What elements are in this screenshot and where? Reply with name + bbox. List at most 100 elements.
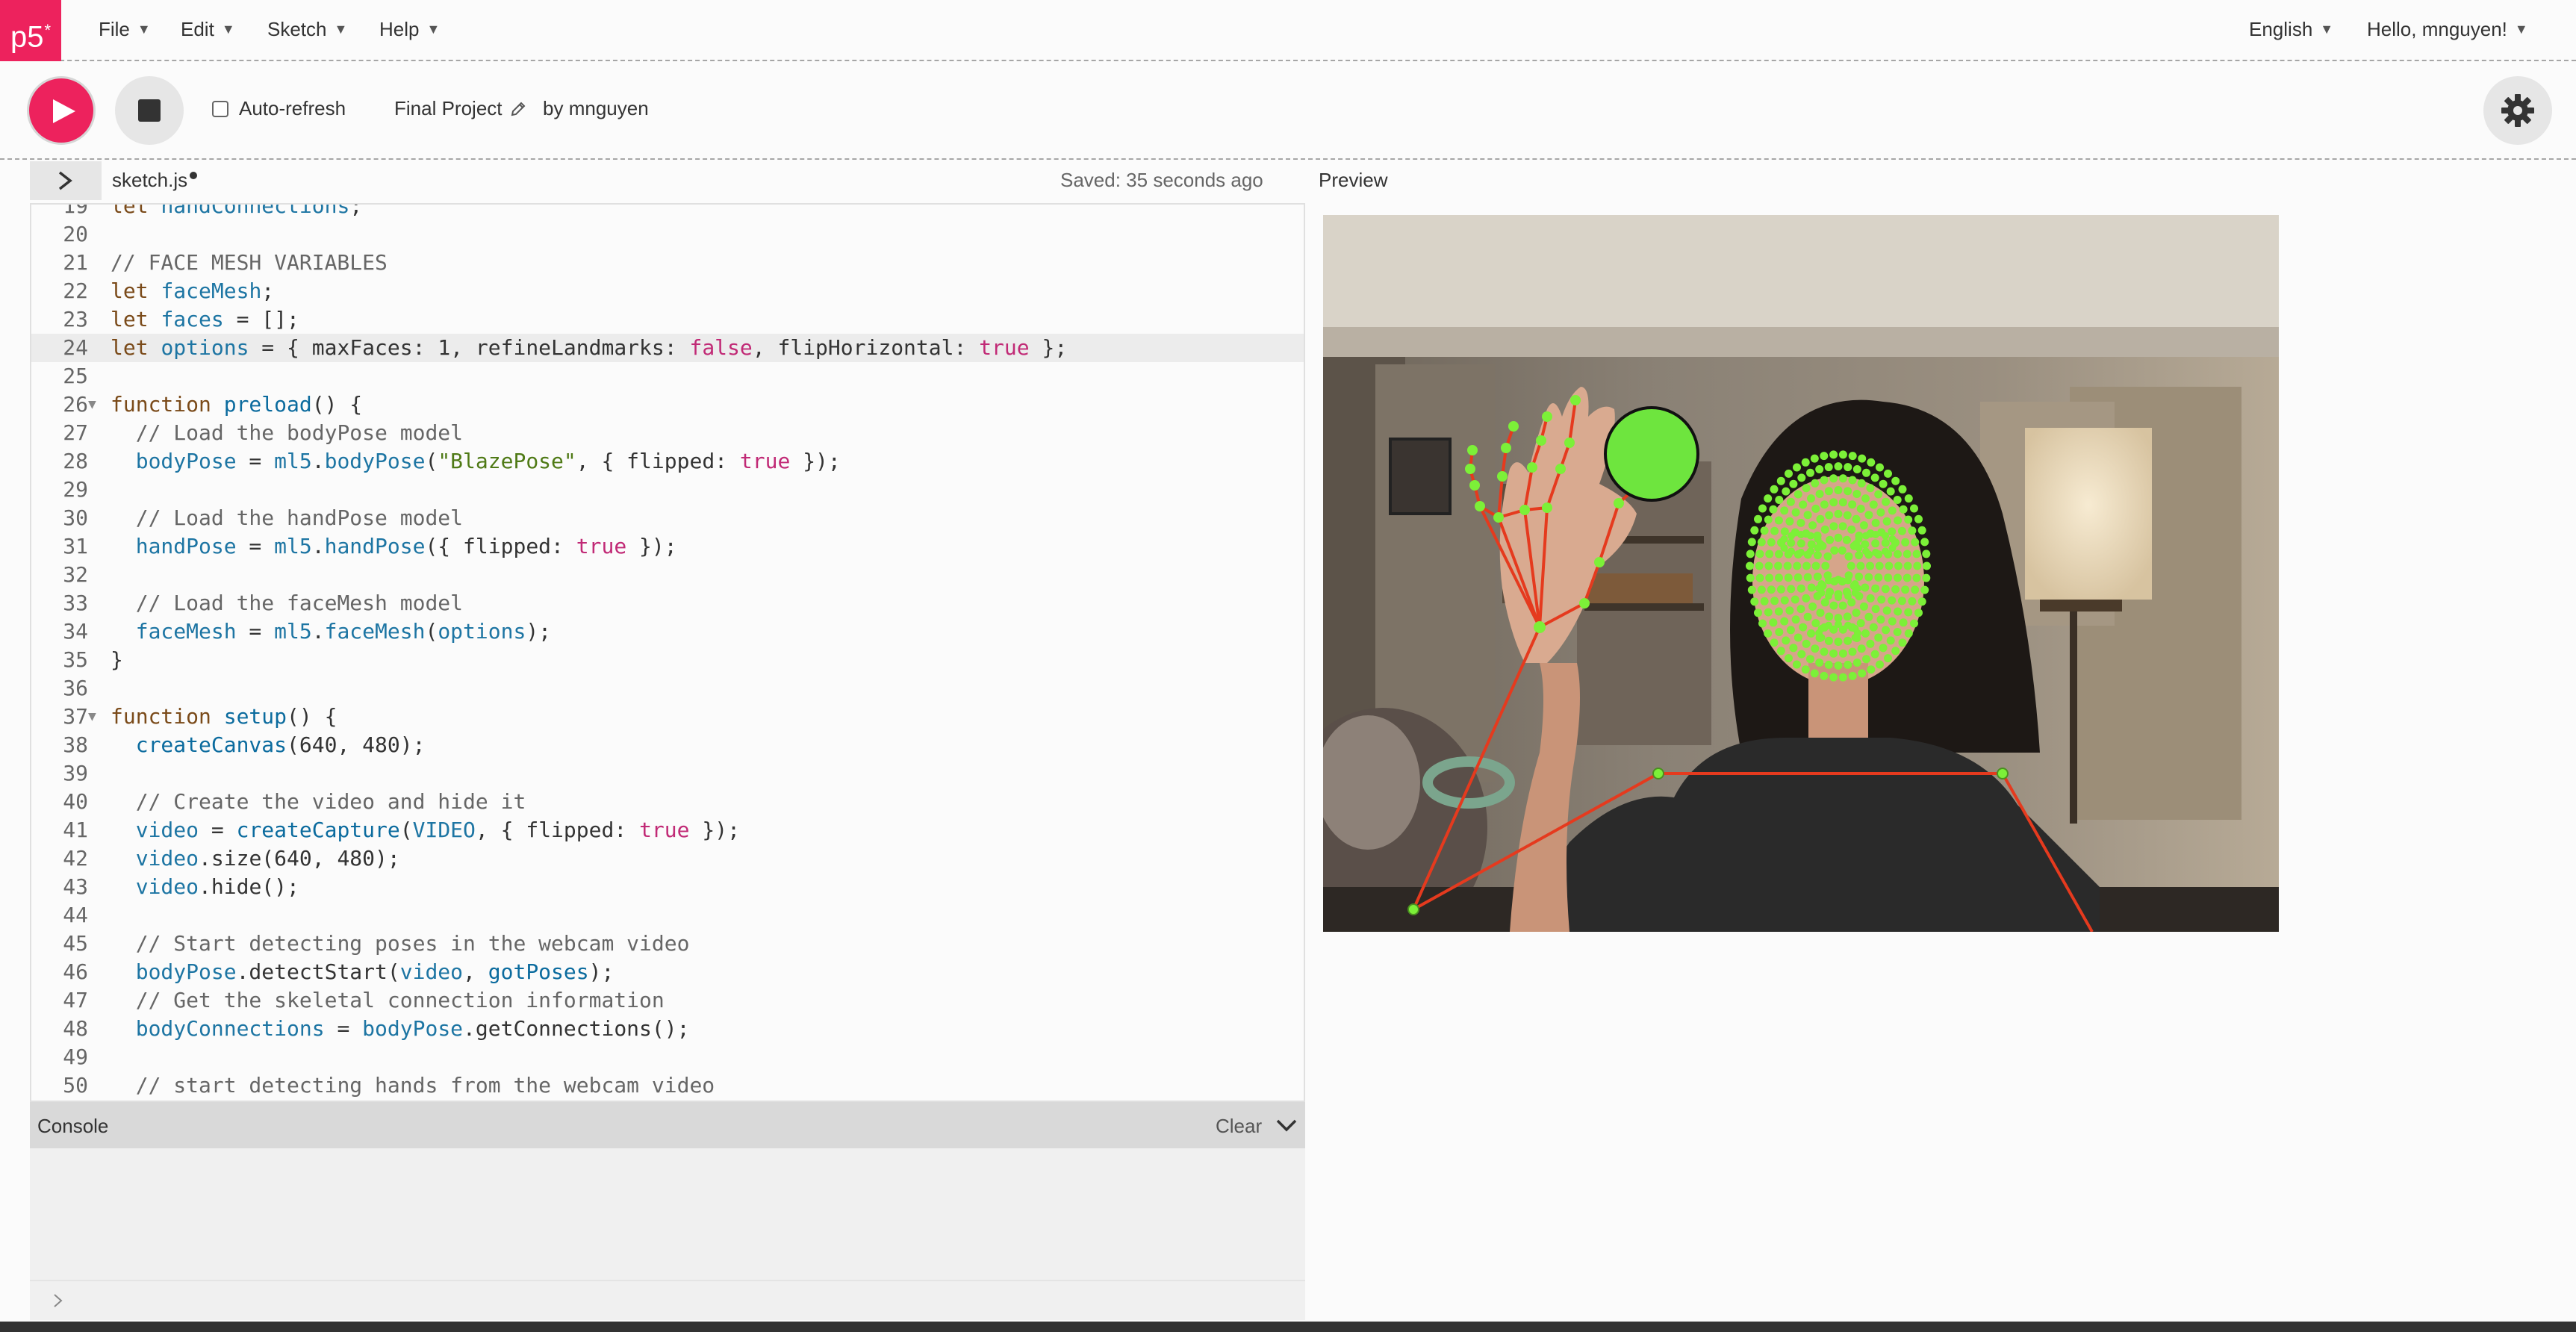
- face-keypoint: [1807, 494, 1815, 503]
- menu-file[interactable]: File ▼: [99, 18, 151, 41]
- auto-refresh-checkbox[interactable]: [212, 100, 228, 117]
- fold-arrow-icon[interactable]: ▼: [88, 390, 96, 419]
- face-keypoint: [1876, 508, 1885, 517]
- face-keypoint: [1788, 532, 1795, 540]
- code-line[interactable]: 45 // Start detecting poses in the webca…: [31, 930, 1304, 958]
- face-keypoint: [1786, 497, 1795, 506]
- face-keypoint: [1859, 602, 1868, 611]
- auto-refresh-toggle[interactable]: Auto-refresh: [212, 97, 346, 120]
- code-line[interactable]: 25: [31, 362, 1304, 390]
- code-line[interactable]: 43 video.hide();: [31, 873, 1304, 901]
- language-menu[interactable]: English ▼: [2249, 18, 2333, 41]
- code-line[interactable]: 50 // start detecting hands from the web…: [31, 1071, 1304, 1100]
- fold-arrow-icon[interactable]: ▼: [88, 703, 96, 731]
- code-line[interactable]: 47 // Get the skeletal connection inform…: [31, 986, 1304, 1015]
- code-line[interactable]: 28 bodyPose = ml5.bodyPose("BlazePose", …: [31, 447, 1304, 476]
- settings-button[interactable]: [2483, 76, 2552, 145]
- face-keypoint: [1784, 573, 1793, 582]
- face-keypoint: [1782, 487, 1791, 496]
- play-button[interactable]: [27, 76, 96, 145]
- menu-edit[interactable]: Edit ▼: [181, 18, 235, 41]
- face-keypoint: [1816, 609, 1825, 617]
- face-keypoint: [1816, 514, 1825, 523]
- code-line[interactable]: 29: [31, 476, 1304, 504]
- author-link[interactable]: mnguyen: [569, 97, 649, 119]
- p5-logo[interactable]: p5*: [0, 0, 61, 61]
- face-keypoint: [1899, 505, 1908, 514]
- face-keypoint: [1780, 596, 1789, 605]
- sidebar-toggle-button[interactable]: [30, 161, 102, 200]
- face-keypoint: [1881, 585, 1890, 594]
- face-keypoint: [1838, 601, 1847, 610]
- code-line[interactable]: 30 // Load the handPose model: [31, 504, 1304, 532]
- code-line[interactable]: 40 // Create the video and hide it: [31, 788, 1304, 816]
- code-line[interactable]: 34 faceMesh = ml5.faceMesh(options);: [31, 617, 1304, 646]
- code-line[interactable]: 48 bodyConnections = bodyPose.getConnect…: [31, 1015, 1304, 1043]
- face-keypoint: [1775, 628, 1784, 636]
- code-line[interactable]: 35}: [31, 646, 1304, 674]
- face-keypoint: [1877, 595, 1886, 604]
- code-line[interactable]: 22 let faceMesh;: [31, 277, 1304, 305]
- code-line[interactable]: 23 let faces = [];: [31, 305, 1304, 334]
- face-keypoint: [1769, 505, 1778, 514]
- user-menu[interactable]: Hello, mnguyen! ▼: [2367, 18, 2528, 41]
- code-line[interactable]: 31 handPose = ml5.handPose({ flipped: tr…: [31, 532, 1304, 561]
- code-line[interactable]: 46 bodyPose.detectStart(video, gotPoses)…: [31, 958, 1304, 986]
- file-tab[interactable]: sketch.js: [112, 169, 198, 192]
- face-keypoint: [1917, 526, 1926, 535]
- face-keypoint: [1780, 527, 1789, 536]
- menu-sketch[interactable]: Sketch ▼: [267, 18, 347, 41]
- code-line[interactable]: 27 // Load the bodyPose model: [31, 419, 1304, 447]
- sketch-preview-canvas[interactable]: [1323, 215, 2279, 932]
- code-editor[interactable]: 19 let handConnections; 20 21 // FACE MESH V…: [30, 203, 1305, 1102]
- line-number: 45: [63, 931, 88, 956]
- code-line[interactable]: 26 ▼ function preload() {: [31, 390, 1304, 419]
- code-line[interactable]: 32: [31, 561, 1304, 589]
- code-text: let handConnections;: [111, 203, 363, 218]
- face-keypoint: [1884, 469, 1892, 478]
- face-keypoint: [1775, 496, 1784, 504]
- code-line[interactable]: 44: [31, 901, 1304, 930]
- face-keypoint: [1755, 573, 1764, 582]
- stop-button[interactable]: [115, 76, 184, 145]
- face-keypoint: [1758, 619, 1767, 628]
- face-keypoint: [1866, 484, 1875, 493]
- code-line[interactable]: 41 video = createCapture(VIDEO, { flippe…: [31, 816, 1304, 844]
- console-input[interactable]: [30, 1280, 1305, 1320]
- code-line[interactable]: 37 ▼ function setup() {: [31, 703, 1304, 731]
- code-text: video = createCapture(VIDEO, { flipped: …: [135, 818, 740, 842]
- face-keypoint: [1848, 476, 1857, 485]
- code-line[interactable]: 49: [31, 1043, 1304, 1071]
- face-keypoint: [1757, 585, 1766, 594]
- face-keypoint: [1882, 532, 1889, 540]
- code-line[interactable]: 38 createCanvas(640, 480);: [31, 731, 1304, 759]
- pencil-icon[interactable]: [510, 101, 526, 117]
- code-line[interactable]: 19 let handConnections;: [31, 203, 1304, 220]
- code-line[interactable]: 21 // FACE MESH VARIABLES: [31, 249, 1304, 277]
- face-keypoint: [1911, 585, 1920, 594]
- code-text: let faceMesh;: [111, 278, 275, 303]
- code-lines[interactable]: 19 let handConnections; 20 21 // FACE MESH V…: [31, 203, 1304, 1101]
- face-keypoint: [1802, 639, 1811, 648]
- code-line[interactable]: 42 video.size(640, 480);: [31, 844, 1304, 873]
- line-number: 28: [63, 449, 88, 473]
- face-keypoint: [1803, 612, 1812, 621]
- code-line[interactable]: 20: [31, 220, 1304, 249]
- line-number: 37: [63, 704, 88, 729]
- project-name[interactable]: Final Project: [394, 97, 526, 120]
- face-keypoint: [1765, 573, 1774, 582]
- face-keypoint: [1786, 626, 1795, 635]
- code-line[interactable]: 33 // Load the faceMesh model: [31, 589, 1304, 617]
- face-keypoint: [1796, 584, 1805, 593]
- face-keypoint: [1882, 547, 1889, 555]
- chevron-down-icon[interactable]: [1275, 1115, 1298, 1135]
- face-keypoint: [1893, 628, 1902, 636]
- face-keypoint: [1881, 538, 1890, 547]
- line-number: 33: [63, 591, 88, 615]
- code-line[interactable]: 39: [31, 759, 1304, 788]
- face-keypoint: [1811, 619, 1820, 628]
- code-line[interactable]: 24 let options = { maxFaces: 1, refineLan…: [31, 334, 1304, 362]
- console-clear-button[interactable]: Clear: [1216, 1115, 1262, 1138]
- code-line[interactable]: 36: [31, 674, 1304, 703]
- menu-help[interactable]: Help ▼: [379, 18, 440, 41]
